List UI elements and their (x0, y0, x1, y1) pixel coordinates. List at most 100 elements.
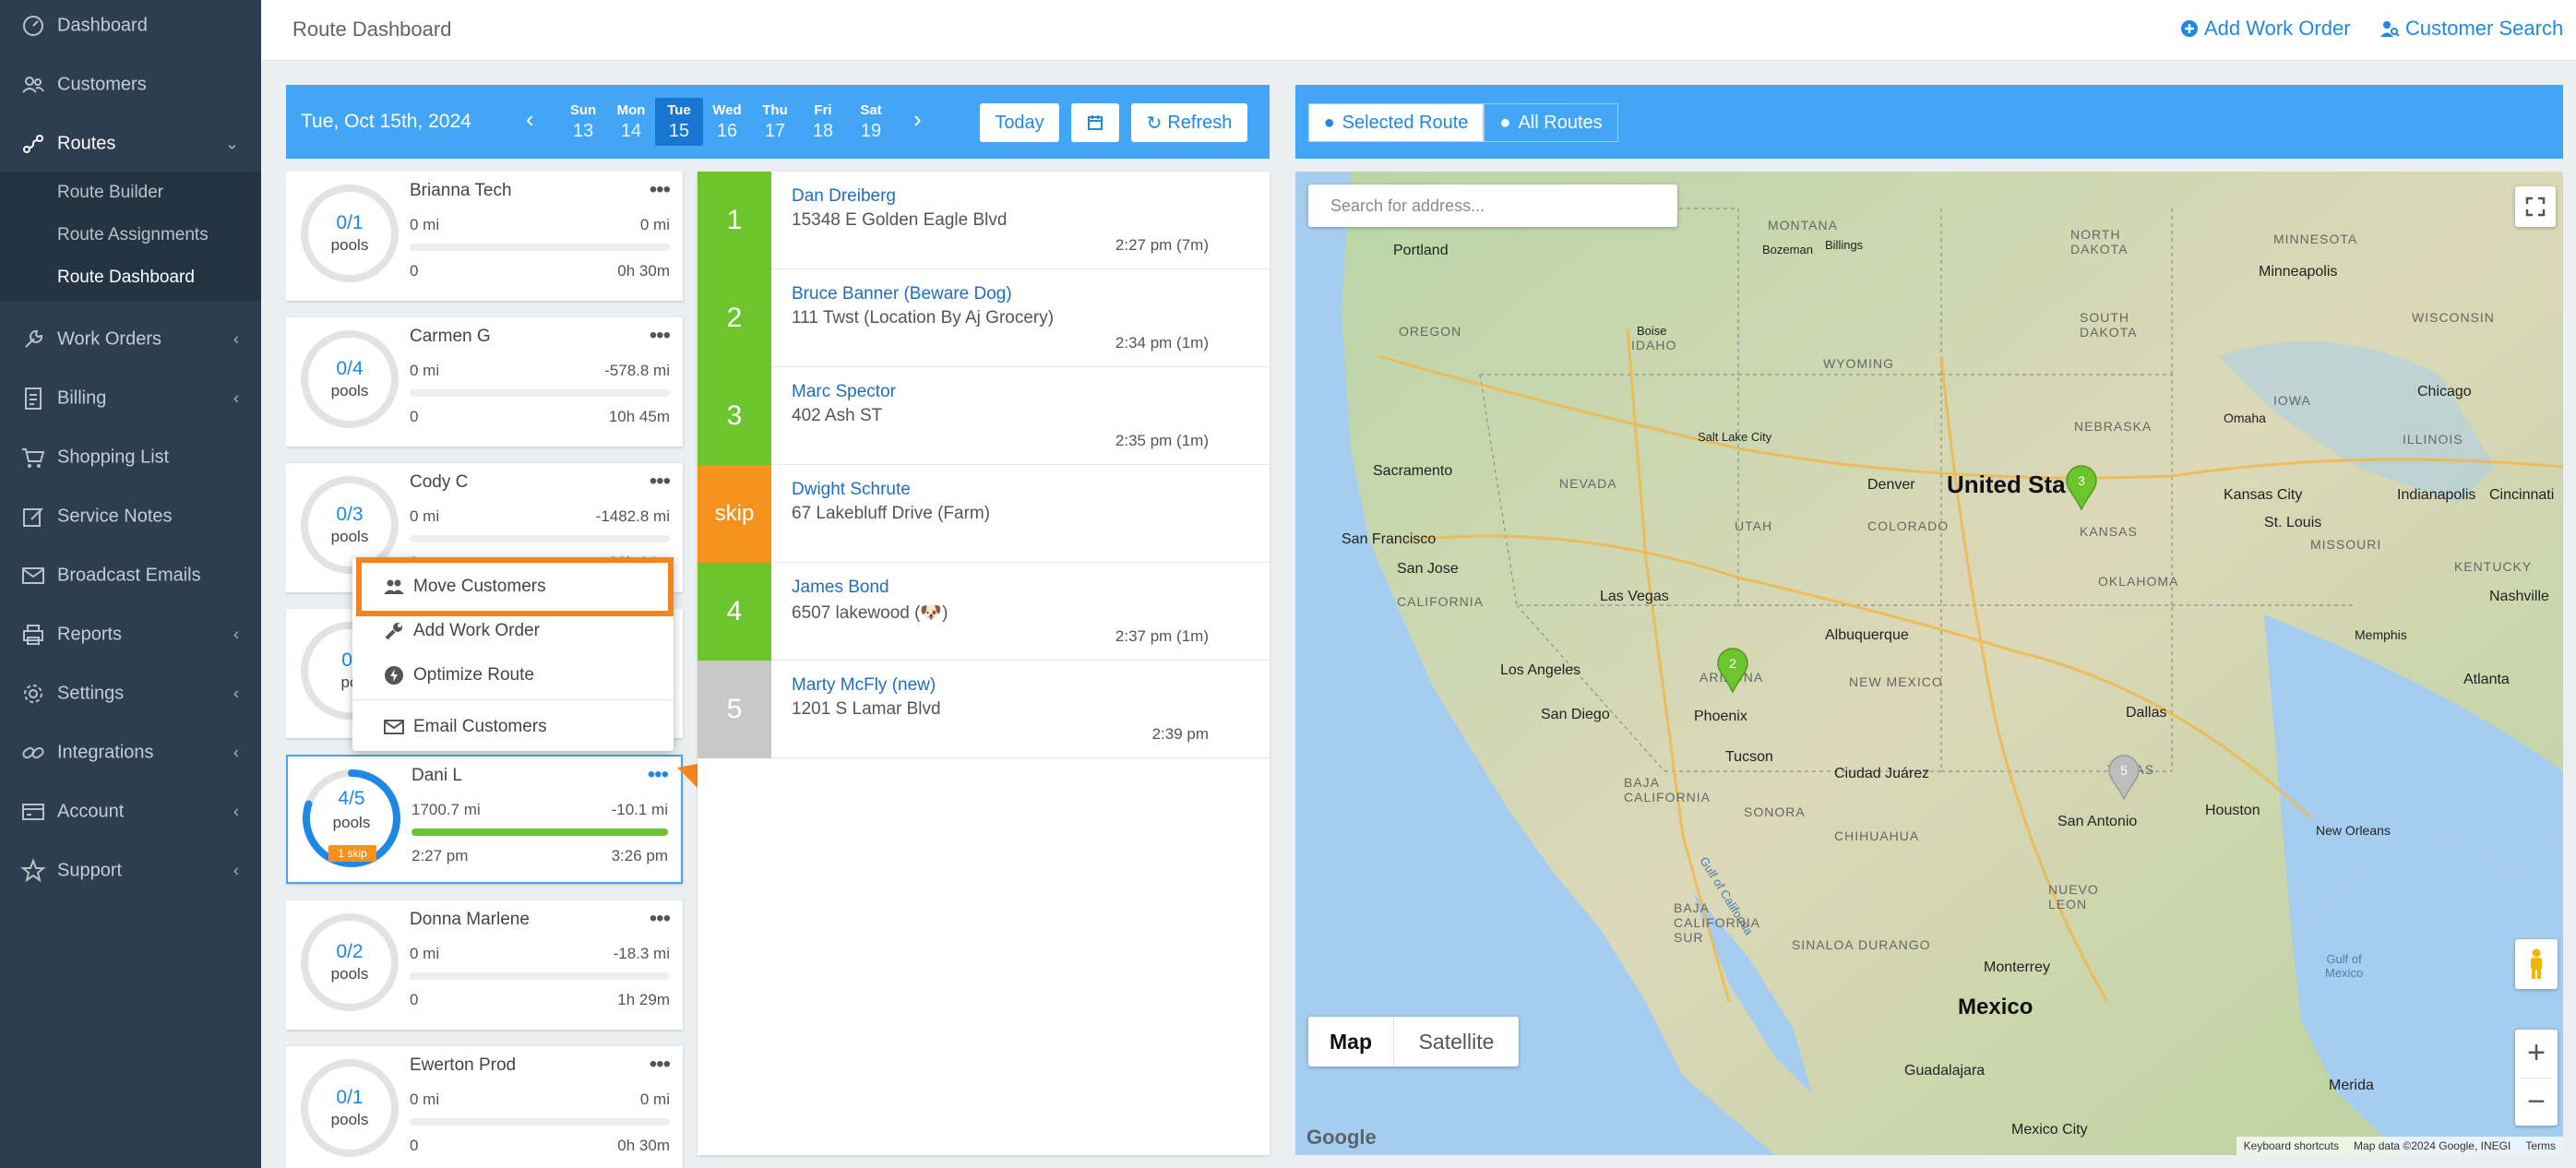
next-week-arrow-icon[interactable]: › (913, 105, 922, 134)
optimize-route-menu-item[interactable]: Optimize Route (352, 655, 674, 696)
link-icon (22, 746, 44, 759)
day-mon[interactable]: Mon 14 (607, 98, 655, 146)
selected-route-toggle[interactable]: ● Selected Route (1308, 103, 1484, 142)
map-type-map-button[interactable]: Map (1308, 1017, 1393, 1067)
move-customers-menu-item[interactable]: Move Customers (352, 566, 674, 607)
sidebar-item-dashboard[interactable]: Dashboard (0, 0, 261, 55)
add-work-order-menu-item[interactable]: Add Work Order (352, 611, 674, 651)
sidebar-item-integrations[interactable]: Integrations ‹ (0, 723, 261, 782)
sidebar-subitem-route-assignments[interactable]: Route Assignments (57, 225, 209, 245)
route-stop-marker[interactable]: 2 (1716, 648, 1749, 694)
tech-miles-delta: 0 mi (639, 1091, 670, 1108)
customers-icon (22, 77, 44, 93)
sidebar-item-account[interactable]: Account ‹ (0, 782, 261, 841)
wrench-icon (25, 329, 43, 348)
route-map[interactable]: Search for address... MONTANA NORTH DAKO… (1295, 172, 2563, 1155)
sidebar-item-shopping-list[interactable]: Shopping List (0, 428, 261, 487)
day-thu[interactable]: Thu 17 (751, 98, 799, 146)
chevron-left-icon: ‹ (233, 625, 239, 644)
stop-customer-link[interactable]: Bruce Banner (Beware Dog) (792, 284, 1012, 304)
chevron-left-icon: ‹ (233, 743, 239, 762)
route-stop-marker[interactable]: 5 (2107, 755, 2141, 801)
customer-search-link[interactable]: Customer Search (2379, 17, 2563, 41)
stop-row[interactable]: 3 Marc Spector 402 Ash ST 2:35 pm (1m) (698, 367, 1270, 465)
prev-week-arrow-icon[interactable]: ‹ (526, 105, 534, 134)
day-fri[interactable]: Fri 18 (799, 98, 847, 146)
stop-customer-link[interactable]: Dwight Schrute (792, 480, 911, 500)
map-label: Minneapolis (2259, 264, 2338, 280)
stop-row[interactable]: skip Dwight Schrute 67 Lakebluff Drive (… (698, 465, 1270, 563)
email-customers-menu-item[interactable]: Email Customers (352, 707, 674, 747)
more-options-icon[interactable]: ••• (648, 762, 669, 788)
sidebar-item-label: Integrations (57, 742, 154, 763)
map-label: Sacramento (1373, 463, 1453, 479)
map-label: Chicago (2417, 384, 2472, 399)
map-label: Houston (2205, 803, 2260, 818)
map-label: Los Angeles (1500, 662, 1581, 678)
sidebar-item-customers[interactable]: Customers (0, 55, 261, 114)
sidebar-subitem-route-dashboard[interactable]: Route Dashboard (57, 268, 195, 288)
sidebar-item-reports[interactable]: Reports ‹ (0, 605, 261, 664)
stop-row[interactable]: 5 Marty McFly (new) 1201 S Lamar Blvd 2:… (698, 661, 1270, 758)
tech-card-brianna-tech[interactable]: 0/1 pools Brianna Tech ••• 0 mi 0 mi 0 0h… (286, 172, 683, 301)
day-wed[interactable]: Wed 16 (703, 98, 751, 146)
pool-unit: pools (330, 528, 369, 545)
sidebar-item-service-notes[interactable]: Service Notes (0, 487, 261, 546)
more-options-icon[interactable]: ••• (650, 177, 671, 203)
fullscreen-button[interactable] (2515, 186, 2556, 227)
chevron-left-icon: ‹ (233, 802, 239, 821)
more-options-icon[interactable]: ••• (650, 323, 671, 349)
map-label: COLORADO (1867, 518, 1950, 533)
stop-row[interactable]: 4 James Bond 6507 lakewood (🐶) 2:37 pm (… (698, 563, 1270, 661)
map-label: SOUTH DAKOTA (2080, 310, 2138, 340)
map-label: San Diego (1541, 707, 1610, 722)
stop-customer-link[interactable]: James Bond (792, 578, 889, 598)
zoom-in-button[interactable]: + (2515, 1030, 2558, 1078)
map-search-input[interactable]: Search for address... (1308, 185, 1677, 227)
stop-row[interactable]: 2 Bruce Banner (Beware Dog) 111 Twst (Lo… (698, 269, 1270, 367)
stop-row[interactable]: 1 Dan Dreiberg 15348 E Golden Eagle Blvd… (698, 172, 1270, 269)
sidebar-item-billing[interactable]: Billing ‹ (0, 369, 261, 428)
map-type-satellite-button[interactable]: Satellite (1393, 1017, 1519, 1067)
tech-card-ewerton-prod[interactable]: 0/1 pools Ewerton Prod ••• 0 mi 0 mi 0 0h… (286, 1046, 683, 1168)
sidebar-item-support[interactable]: Support ‹ (0, 841, 261, 900)
google-logo: Google (1306, 1126, 1377, 1150)
sidebar-item-settings[interactable]: Settings ‹ (0, 664, 261, 723)
tech-card-carmen-g[interactable]: 0/4 pools Carmen G ••• 0 mi -578.8 mi 0 1… (286, 317, 683, 447)
route-stop-marker[interactable]: 3 (2065, 465, 2098, 511)
calendar-button[interactable] (1071, 103, 1119, 142)
tech-start: 0 (410, 991, 419, 1008)
day-tue[interactable]: Tue 15 (655, 98, 703, 146)
pool-count: 0/2 (336, 941, 364, 962)
sidebar-item-work-orders[interactable]: Work Orders ‹ (0, 310, 261, 369)
stop-customer-link[interactable]: Marc Spector (792, 382, 896, 402)
day-sat[interactable]: Sat 19 (847, 98, 895, 146)
keyboard-shortcuts-link[interactable]: Keyboard shortcuts (2244, 1139, 2339, 1152)
all-routes-toggle[interactable]: ● All Routes (1484, 103, 1618, 142)
stop-customer-link[interactable]: Marty McFly (new) (792, 675, 936, 696)
tech-start: 0 (410, 1137, 419, 1154)
stop-number: 4 (698, 563, 771, 661)
zoom-out-button[interactable]: − (2515, 1078, 2558, 1126)
more-options-icon[interactable]: ••• (650, 1052, 671, 1078)
terms-link[interactable]: Terms (2525, 1139, 2556, 1152)
stop-customer-link[interactable]: Dan Dreiberg (792, 186, 896, 207)
sidebar-item-broadcast-emails[interactable]: Broadcast Emails (0, 546, 261, 605)
street-view-pegman[interactable] (2515, 939, 2558, 989)
more-options-icon[interactable]: ••• (650, 906, 671, 932)
email-icon (384, 720, 404, 734)
map-label: San Jose (1397, 561, 1459, 577)
stop-time: 2:39 pm (1151, 725, 1209, 743)
today-button[interactable]: Today (980, 103, 1059, 142)
more-options-icon[interactable]: ••• (650, 469, 671, 495)
sidebar-subitem-route-builder[interactable]: Route Builder (57, 183, 163, 203)
tech-card-dani-l[interactable]: 4/5 pools 1 skip Dani L ••• 1700.7 mi -1… (286, 755, 683, 884)
refresh-button[interactable]: ↻ Refresh (1131, 103, 1247, 142)
tech-card-donna-marlene[interactable]: 0/2 pools Donna Marlene ••• 0 mi -18.3 mi… (286, 900, 683, 1030)
day-sun[interactable]: Sun 13 (559, 98, 607, 146)
chevron-down-icon: ⌄ (224, 134, 239, 153)
sidebar-item-routes[interactable]: Routes ⌄ (0, 114, 261, 173)
gear-icon (24, 685, 42, 703)
add-work-order-link[interactable]: Add Work Order (2180, 17, 2351, 41)
progress-bar (410, 535, 670, 542)
